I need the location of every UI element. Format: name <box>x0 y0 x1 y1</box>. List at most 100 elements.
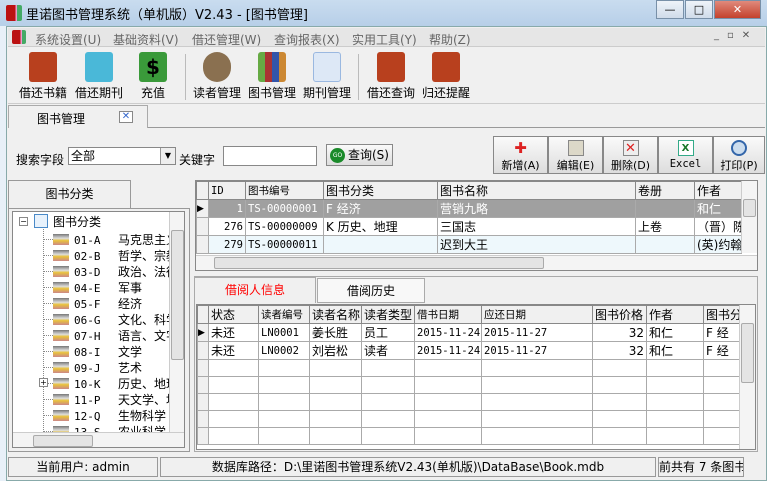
maximize-button[interactable]: □ <box>685 0 713 19</box>
tree-item[interactable]: 04-E 军事 <box>43 279 142 295</box>
column-header[interactable]: 图书价格 <box>592 305 647 324</box>
tree-item[interactable]: 11-P 天文学、地 <box>43 391 178 407</box>
mdi-close-button[interactable]: ✕ <box>742 30 758 41</box>
scroll-thumb[interactable] <box>171 230 184 360</box>
excel-button[interactable]: X Excel <box>658 136 713 174</box>
table-cell: 和仁 <box>694 199 742 218</box>
scroll-thumb[interactable] <box>214 257 544 269</box>
table-cell: 员工 <box>361 323 415 342</box>
tree-vertical-scrollbar[interactable] <box>169 212 184 432</box>
menu-tools[interactable]: 实用工具(Y) <box>352 31 417 48</box>
menu-borrow-return[interactable]: 借还管理(W) <box>192 31 261 48</box>
close-button[interactable]: ✕ <box>714 0 761 19</box>
reader-management-button[interactable]: 读者管理 <box>188 52 246 101</box>
empty-cell <box>481 393 593 411</box>
category-tree: − 图书分类 01-A 马克思主义 02-B 哲学、宗教 03-D 政治、法律 04-E 军事… <box>12 211 185 448</box>
table-row[interactable]: ▶未还LN0001姜长胜员工2015-11-24 12015-11-2732和仁… <box>197 323 740 342</box>
column-header[interactable]: 图书名称 <box>437 181 636 200</box>
scroll-thumb[interactable] <box>33 435 93 447</box>
column-header[interactable]: 作者 <box>694 181 742 200</box>
menu-system-settings[interactable]: 系统设置(U) <box>35 31 101 48</box>
toolbar-separator <box>358 54 359 100</box>
tree-item[interactable]: 06-G 文化、科学 <box>43 311 178 327</box>
magazine-management-button[interactable]: 期刊管理 <box>298 52 356 101</box>
delete-button[interactable]: ✕ 删除(D) <box>603 136 658 174</box>
borrow-return-books-button[interactable]: 借还书籍 <box>14 52 72 101</box>
edit-button[interactable]: 编辑(E) <box>548 136 603 174</box>
scroll-thumb[interactable] <box>741 323 754 383</box>
return-reminder-button[interactable]: 归还提醒 <box>417 52 475 101</box>
column-header[interactable]: 卷册 <box>635 181 695 200</box>
empty-cell <box>258 359 310 377</box>
column-header[interactable]: 作者 <box>646 305 704 324</box>
column-header[interactable]: 图书分 <box>703 305 740 324</box>
empty-cell <box>258 376 310 394</box>
column-header[interactable]: 读者类型 <box>361 305 415 324</box>
print-button[interactable]: 打印(P) <box>713 136 765 174</box>
table-row[interactable]: 276 TS-00000009 K 历史、地理 三国志 上卷 （晋）陈 <box>196 217 742 236</box>
borrow-vertical-scrollbar[interactable] <box>739 305 755 449</box>
row-indicator[interactable]: ▶ <box>197 323 209 342</box>
books-grid: ID 图书编号 图书分类 图书名称 卷册 作者 ▶ 1 TS-00000001 F 经济 营销九略… <box>195 180 758 271</box>
chevron-down-icon[interactable]: ▼ <box>160 148 175 164</box>
row-indicator[interactable] <box>196 235 209 254</box>
column-header[interactable]: ID <box>208 181 246 200</box>
add-button[interactable]: ✚ 新增(A) <box>493 136 548 174</box>
excel-icon: X <box>677 140 694 156</box>
close-tab-icon[interactable]: ✕ <box>119 111 133 123</box>
keyword-input[interactable] <box>223 146 317 166</box>
tree-item[interactable]: 08-I 文学 <box>43 343 142 359</box>
table-row[interactable]: ▶ 1 TS-00000001 F 经济 营销九略 和仁 <box>196 199 742 218</box>
row-indicator[interactable] <box>196 217 209 236</box>
minimize-button[interactable]: — <box>656 0 684 19</box>
category-book-icon <box>53 362 69 373</box>
tree-item[interactable]: 09-J 艺术 <box>43 359 142 375</box>
tree-item[interactable]: 03-D 政治、法律 <box>43 263 178 279</box>
tree-item[interactable]: 05-F 经济 <box>43 295 142 311</box>
row-indicator[interactable] <box>197 341 209 360</box>
tree-item[interactable]: 02-B 哲学、宗教 <box>43 247 178 263</box>
tree-item[interactable]: 07-H 语言、文字 <box>43 327 178 343</box>
column-header[interactable]: 读者名称 <box>309 305 362 324</box>
tree-line <box>43 319 53 320</box>
collapse-icon[interactable]: − <box>19 217 28 226</box>
tree-root-label[interactable]: 图书分类 <box>53 213 101 230</box>
books-horizontal-scrollbar[interactable] <box>196 255 757 270</box>
column-header[interactable]: 借书日期 <box>414 305 482 324</box>
tab-borrow-history[interactable]: 借阅历史 <box>317 278 425 303</box>
empty-cell <box>414 410 482 428</box>
tab-book-management[interactable]: 图书管理 ✕ <box>8 105 148 128</box>
empty-cell <box>703 376 740 394</box>
tab-book-category[interactable]: 图书分类 <box>8 180 131 209</box>
recharge-button[interactable]: $ 充值 <box>124 52 182 101</box>
row-indicator[interactable]: ▶ <box>196 199 209 218</box>
borrow-return-magazines-button[interactable]: 借还期刊 <box>70 52 128 101</box>
tree-item[interactable]: 10-K 历史、地理 + <box>39 375 178 391</box>
mdi-minimize-button[interactable]: _ <box>714 30 727 41</box>
tab-borrower-info[interactable]: 借阅人信息 <box>194 277 316 303</box>
tree-item[interactable]: 01-A 马克思主义 <box>43 231 178 247</box>
borrow-query-button[interactable]: 借还查询 <box>362 52 420 101</box>
category-code: 06-G <box>74 314 101 327</box>
mdi-restore-button[interactable]: ▫ <box>727 30 742 41</box>
column-header[interactable]: 图书编号 <box>245 181 324 200</box>
column-header[interactable]: 应还日期 <box>481 305 593 324</box>
column-header[interactable]: 读者编号 <box>258 305 310 324</box>
column-header[interactable]: 状态 <box>208 305 259 324</box>
search-field-select[interactable]: 全部 ▼ <box>68 147 176 165</box>
empty-cell <box>592 427 647 445</box>
query-button[interactable]: GO 查询(S) <box>326 144 393 166</box>
book-management-button[interactable]: 图书管理 <box>243 52 301 101</box>
table-row[interactable]: 279 TS-00000011 迟到大王 (英)约翰 <box>196 235 742 254</box>
scroll-thumb[interactable] <box>743 199 756 217</box>
menu-basic-data[interactable]: 基础资料(V) <box>113 31 179 48</box>
mdi-controls[interactable]: _▫✕ <box>714 30 758 41</box>
column-header[interactable]: 图书分类 <box>323 181 438 200</box>
expand-icon[interactable]: + <box>39 378 48 387</box>
tree-item[interactable]: 12-Q 生物科学 <box>43 407 166 423</box>
table-row[interactable]: 未还LN0002刘岩松读者2015-11-24 12015-11-2732和仁F… <box>197 341 740 360</box>
books-vertical-scrollbar[interactable] <box>741 181 757 253</box>
menu-reports[interactable]: 查询报表(X) <box>274 31 340 48</box>
tree-horizontal-scrollbar[interactable] <box>13 432 184 447</box>
menu-help[interactable]: 帮助(Z) <box>429 31 471 48</box>
